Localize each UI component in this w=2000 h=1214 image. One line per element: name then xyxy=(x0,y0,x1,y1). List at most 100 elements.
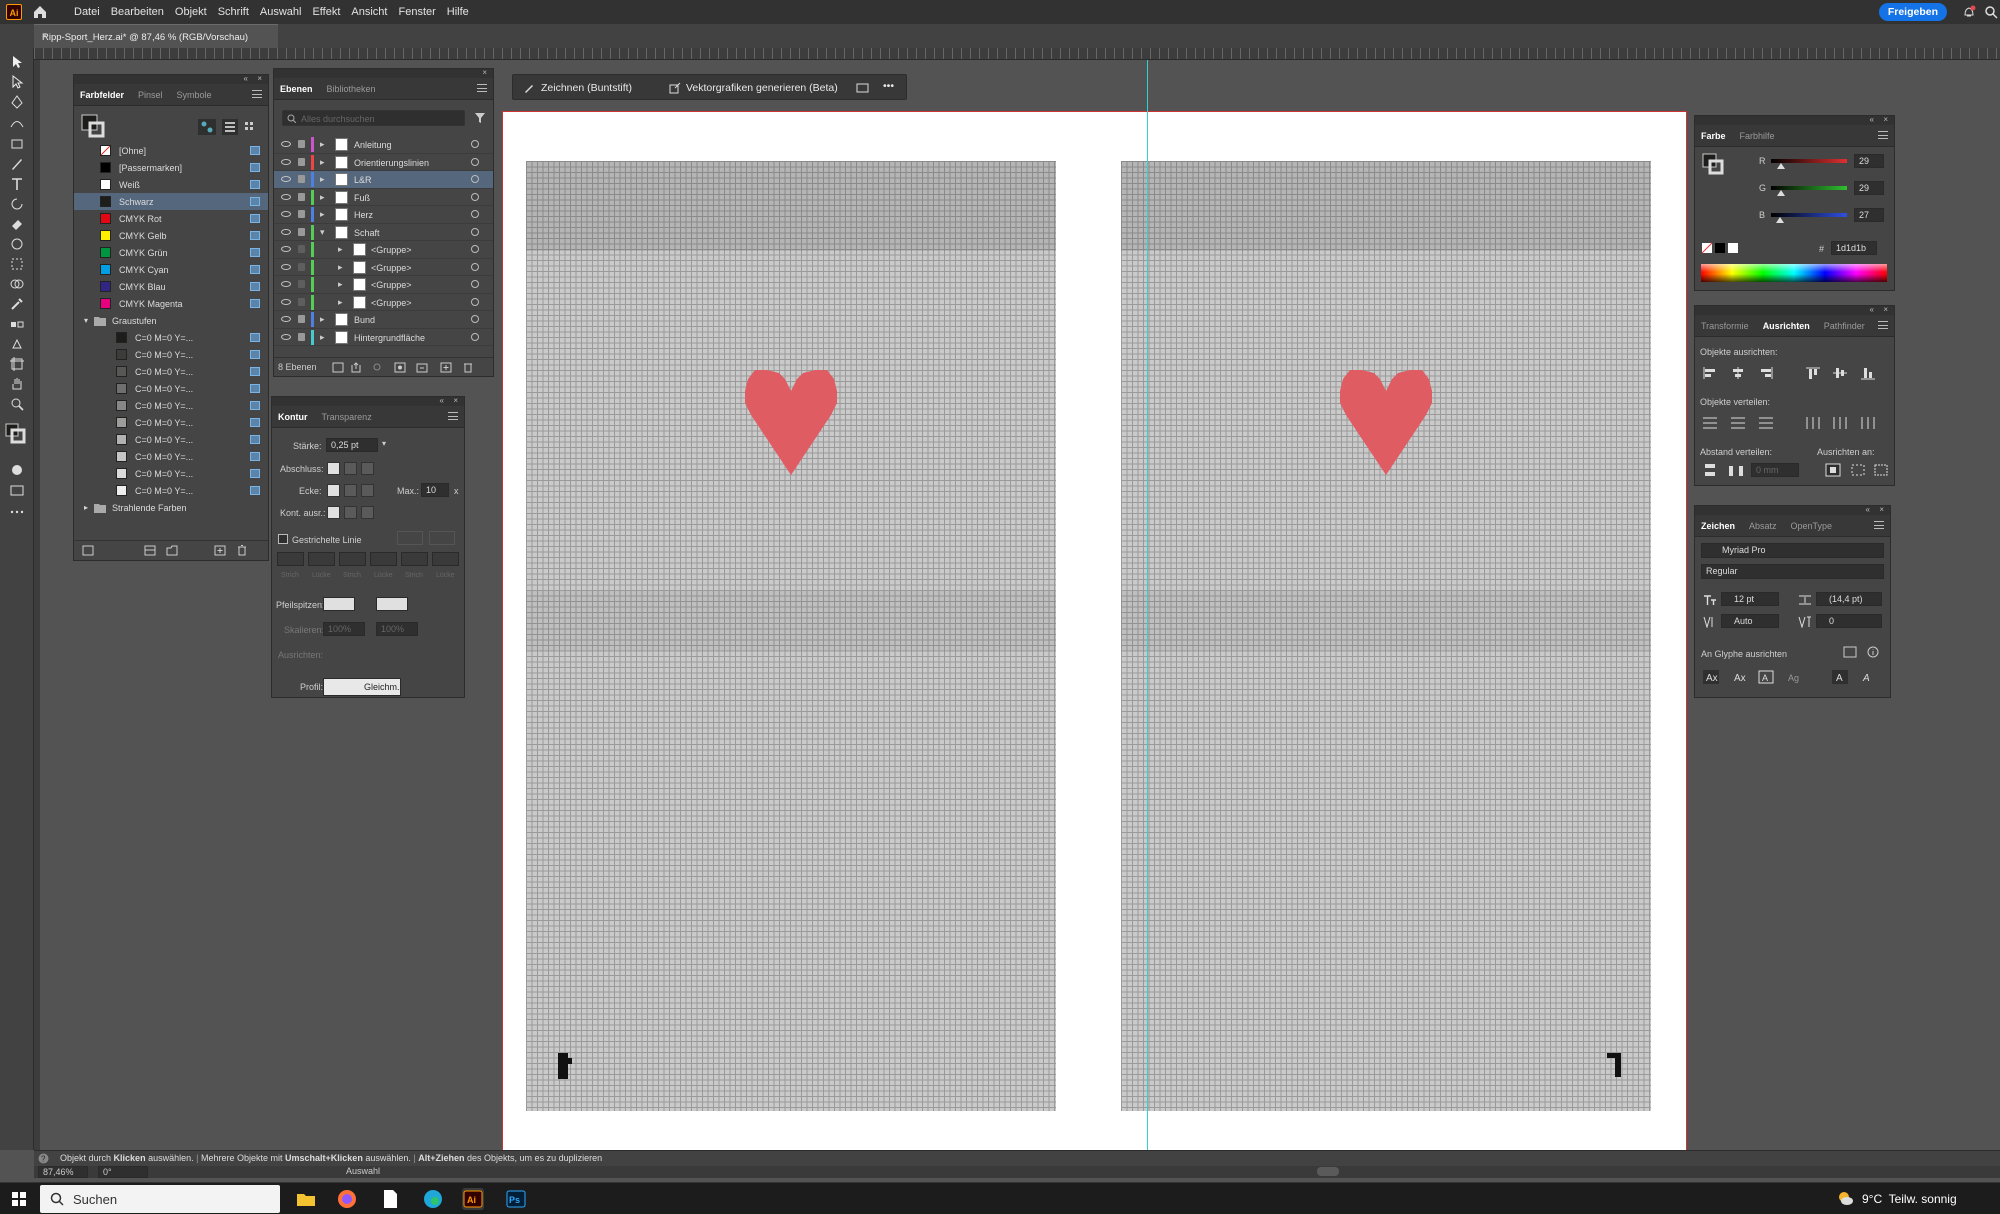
lock-icon[interactable] xyxy=(298,175,305,183)
new-swatch-icon[interactable] xyxy=(214,545,226,556)
close-icon[interactable]: × xyxy=(42,31,270,42)
tab-sw-tabs-2[interactable]: Symbole xyxy=(177,90,212,100)
brush-tool-icon[interactable] xyxy=(9,156,25,172)
swatch-item[interactable]: C=0 M=0 Y=... xyxy=(74,465,268,482)
font-family-select[interactable]: Myriad Pro xyxy=(1701,543,1884,558)
target-icon[interactable] xyxy=(471,210,479,218)
grid-view-icon[interactable] xyxy=(242,119,258,135)
list-view-icon[interactable] xyxy=(222,119,238,135)
layer-row[interactable]: ▸ <Gruppe> xyxy=(274,276,493,294)
document-icon[interactable] xyxy=(379,1188,401,1210)
swatch-item[interactable]: C=0 M=0 Y=... xyxy=(74,380,268,397)
swatch-item[interactable]: C=0 M=0 Y=... xyxy=(74,448,268,465)
channel-input[interactable]: 27 xyxy=(1854,208,1884,222)
swatch-item[interactable]: C=0 M=0 Y=... xyxy=(74,363,268,380)
target-icon[interactable] xyxy=(471,245,479,253)
eye-icon[interactable] xyxy=(281,176,291,182)
menu-7[interactable]: Fenster xyxy=(398,0,435,24)
layer-row[interactable]: ▸ Hintergrundfläche xyxy=(274,329,493,346)
lock-icon[interactable] xyxy=(298,140,305,148)
hex-input[interactable]: 1d1d1b xyxy=(1831,241,1877,255)
tab-ch-tabs-2[interactable]: OpenType xyxy=(1791,521,1833,531)
more-tools-icon[interactable] xyxy=(9,504,25,520)
panel-menu-icon[interactable] xyxy=(1874,521,1884,529)
chevron-down-icon[interactable]: ▾ xyxy=(84,316,88,325)
align-hcenter-icon[interactable] xyxy=(1730,366,1746,380)
info-icon[interactable] xyxy=(1867,646,1879,658)
search-icon[interactable] xyxy=(1984,5,1998,19)
swatch-item[interactable]: C=0 M=0 Y=... xyxy=(74,346,268,363)
lock-icon[interactable] xyxy=(298,262,305,271)
color-spectrum[interactable] xyxy=(1701,264,1887,282)
align-bottom-icon[interactable] xyxy=(1860,366,1876,380)
anchor-point-icon[interactable]: A xyxy=(1859,670,1875,684)
scale-end-input[interactable]: 100% xyxy=(376,622,418,636)
none-black-white-icon[interactable] xyxy=(1701,242,1741,254)
dash-preset-2[interactable] xyxy=(429,531,455,545)
layer-row[interactable]: ▸ Fuß xyxy=(274,189,493,206)
locate-object-icon[interactable] xyxy=(372,362,384,373)
align-right-icon[interactable] xyxy=(1758,366,1774,380)
generate-vectors-button[interactable]: Vektorgrafiken generieren (Beta) xyxy=(686,82,838,94)
tracking-input[interactable]: 0 xyxy=(1816,614,1882,628)
round-join-button[interactable] xyxy=(344,484,357,497)
weight-input[interactable]: 0,25 pt xyxy=(326,438,378,452)
tab-st-tabs-0[interactable]: Kontur xyxy=(278,412,308,422)
layer-row[interactable]: ▸ Anleitung xyxy=(274,136,493,154)
weather-icon[interactable] xyxy=(1836,1189,1854,1207)
panel-menu-icon[interactable] xyxy=(448,412,458,420)
proximity-guides-icon[interactable]: Ag xyxy=(1785,670,1801,684)
dash-input[interactable] xyxy=(432,552,459,566)
chevron-right-icon[interactable]: ▸ xyxy=(320,209,325,220)
chevron-right-icon[interactable]: ▸ xyxy=(338,297,343,308)
swatch-item[interactable]: CMYK Gelb xyxy=(74,227,268,244)
distribute-vcenter-icon[interactable] xyxy=(1730,416,1746,430)
tab-ly-tabs-1[interactable]: Bibliotheken xyxy=(327,84,376,94)
pen-tool-icon[interactable] xyxy=(9,94,25,110)
slider-thumb[interactable] xyxy=(1776,217,1785,223)
layer-row[interactable]: ▸ Herz xyxy=(274,206,493,224)
font-size-input[interactable]: 12 pt xyxy=(1721,592,1779,606)
swatch-item[interactable]: C=0 M=0 Y=... xyxy=(74,329,268,346)
menu-3[interactable]: Schrift xyxy=(218,0,249,24)
swatch-group[interactable]: ▾ Graustufen xyxy=(74,312,268,329)
zoom-tool-icon[interactable] xyxy=(9,396,25,412)
swatch-item[interactable]: CMYK Cyan xyxy=(74,261,268,278)
target-icon[interactable] xyxy=(471,192,479,201)
fill-stroke-swatch-icon[interactable] xyxy=(80,113,106,139)
chevron-right-icon[interactable]: ▸ xyxy=(320,332,325,343)
lock-icon[interactable] xyxy=(298,280,305,288)
file-explorer-icon[interactable] xyxy=(295,1188,317,1210)
eye-icon[interactable] xyxy=(281,193,291,200)
swatch-item[interactable]: CMYK Magenta xyxy=(74,295,268,312)
target-icon[interactable] xyxy=(471,332,479,341)
align-top-icon[interactable] xyxy=(1805,366,1821,380)
lock-icon[interactable] xyxy=(298,227,305,236)
layer-row[interactable]: ▸ <Gruppe> xyxy=(274,294,493,311)
chevron-right-icon[interactable]: ▸ xyxy=(338,244,343,255)
x-height-icon[interactable]: Ax xyxy=(1731,670,1747,684)
tab-sw-tabs-1[interactable]: Pinsel xyxy=(138,90,163,100)
layer-search-field[interactable]: Alles durchsuchen xyxy=(282,110,465,126)
layer-row[interactable]: ▸ L&R xyxy=(274,171,493,189)
distribute-bottom-icon[interactable] xyxy=(1758,416,1774,430)
rotate-tool-icon[interactable] xyxy=(9,196,25,212)
direct-selection-tool-icon[interactable] xyxy=(9,74,25,90)
new-layer-icon[interactable] xyxy=(440,362,452,373)
menu-1[interactable]: Bearbeiten xyxy=(111,0,164,24)
chevron-right-icon[interactable]: ▸ xyxy=(320,139,325,150)
swatch-item[interactable]: C=0 M=0 Y=... xyxy=(74,482,268,499)
library-icon[interactable] xyxy=(82,545,94,556)
tab-co-tabs-1[interactable]: Farbhilfe xyxy=(1740,131,1775,141)
windows-start-icon[interactable] xyxy=(12,1192,26,1206)
draw-mode-icon[interactable] xyxy=(9,462,25,478)
hand-tool-icon[interactable] xyxy=(9,376,25,392)
new-sublayer-icon[interactable] xyxy=(416,362,428,373)
clipping-mask-icon[interactable] xyxy=(394,362,406,373)
taskbar-search[interactable]: Suchen xyxy=(40,1185,280,1213)
lock-icon[interactable] xyxy=(298,192,305,201)
tab-ch-tabs-0[interactable]: Zeichen xyxy=(1701,521,1735,531)
layer-row[interactable]: ▸ <Gruppe> xyxy=(274,259,493,276)
eraser-tool-icon[interactable] xyxy=(9,216,25,232)
panel-menu-icon[interactable] xyxy=(477,84,487,92)
